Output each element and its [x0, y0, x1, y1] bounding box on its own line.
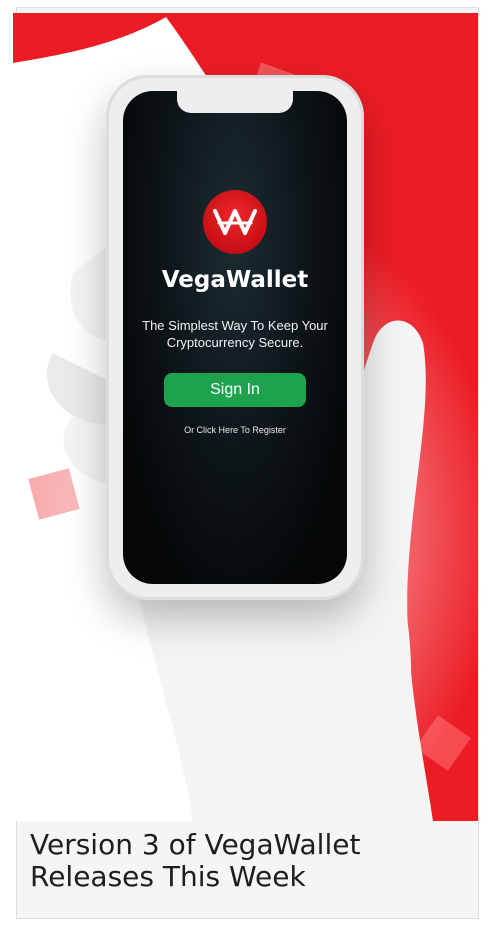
tagline: The Simplest Way To Keep Your Cryptocurr…: [123, 317, 347, 351]
logo-mark-icon: [213, 209, 257, 235]
app-screen: VegaWallet The Simplest Way To Keep Your…: [123, 91, 347, 584]
hero-image[interactable]: VegaWallet The Simplest Way To Keep Your…: [13, 13, 478, 821]
tagline-line-2: Cryptocurrency Secure.: [166, 335, 304, 350]
tagline-line-1: The Simplest Way To Keep Your: [142, 318, 328, 333]
phone-notch: [177, 91, 293, 113]
vegawallet-logo-icon: [203, 190, 267, 254]
register-link[interactable]: Or Click Here To Register: [123, 425, 347, 435]
article-title-line-1[interactable]: Version 3 of VegaWallet: [30, 829, 470, 861]
article-title-line-2[interactable]: Releases This Week: [30, 861, 470, 893]
article-title[interactable]: Version 3 of VegaWallet Releases This We…: [30, 829, 470, 893]
brand-name: VegaWallet: [161, 267, 309, 293]
phone-mockup: VegaWallet The Simplest Way To Keep Your…: [106, 75, 364, 600]
sign-in-button[interactable]: Sign In: [164, 373, 306, 407]
